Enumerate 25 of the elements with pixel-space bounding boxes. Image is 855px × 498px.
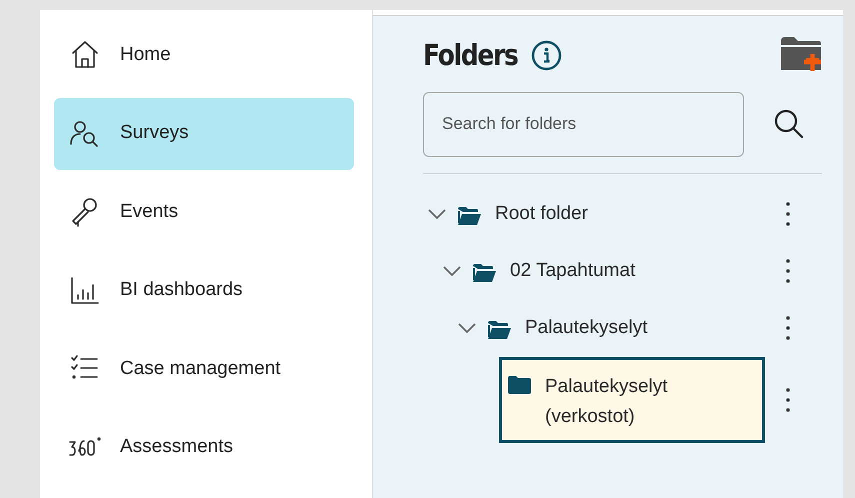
search-icon[interactable] xyxy=(772,107,806,141)
tree-item[interactable]: Palautekyselyt xyxy=(488,312,648,344)
chevron-icon[interactable] xyxy=(458,322,476,334)
info-icon[interactable] xyxy=(531,40,562,72)
sidebar-item[interactable]: Home xyxy=(54,19,354,91)
sidebar-item[interactable]: Case management xyxy=(54,333,354,405)
sidebar-item[interactable]: BI dashboards xyxy=(54,254,354,326)
chevron-icon[interactable] xyxy=(428,208,446,220)
panel-title: Folders xyxy=(423,37,518,74)
tree-item[interactable]: Palautekyselyt (verkostot) xyxy=(499,356,765,444)
more-icon[interactable] xyxy=(784,258,792,284)
more-icon[interactable] xyxy=(784,201,792,227)
more-icon[interactable] xyxy=(784,315,792,341)
sidebar-item[interactable]: Assessments xyxy=(54,412,354,484)
search-field[interactable]: Search for folders xyxy=(423,92,744,156)
folder-icon xyxy=(488,320,511,339)
folder-icon xyxy=(508,376,531,394)
sidebar-item[interactable]: Surveys xyxy=(54,98,354,170)
folder-icon xyxy=(473,264,496,282)
more-icon[interactable] xyxy=(784,386,792,413)
tree-item[interactable]: Root folder xyxy=(458,198,588,230)
tree-item[interactable]: 02 Tapahtumat xyxy=(473,256,636,286)
sidebar-item[interactable]: Events xyxy=(54,176,354,248)
chevron-icon[interactable] xyxy=(443,265,461,277)
folder-icon xyxy=(458,206,481,225)
